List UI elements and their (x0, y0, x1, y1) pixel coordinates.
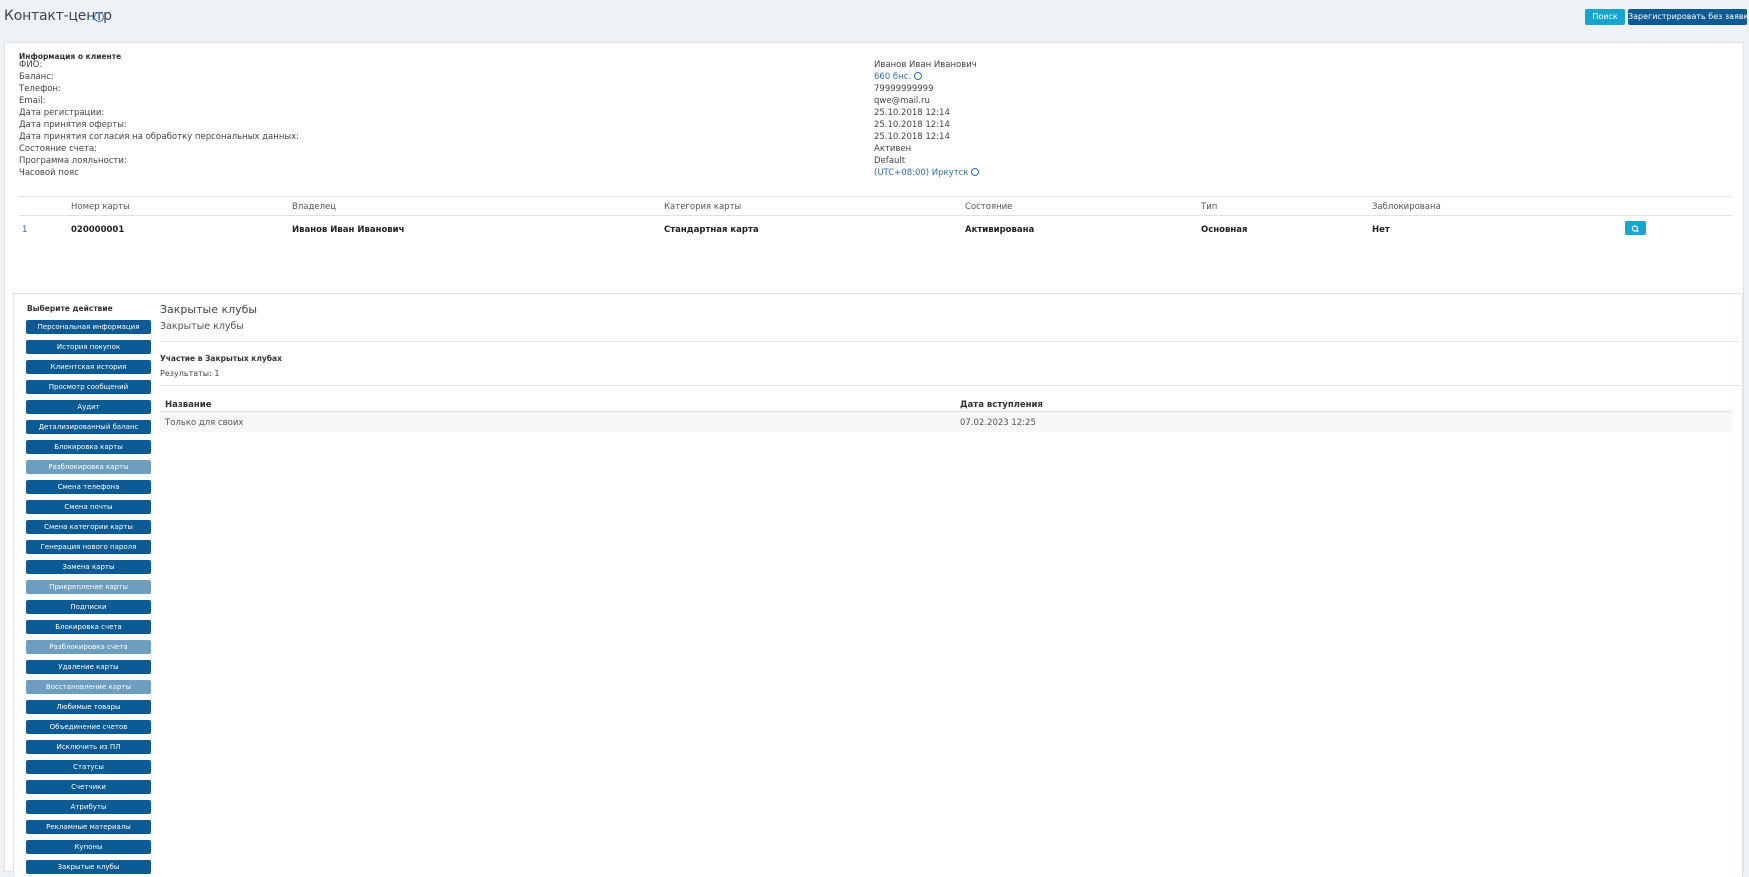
field-value-offer-date: 25.10.2018 12:14 (874, 120, 950, 130)
field-value-fio: Иванов Иван Иванович (874, 60, 977, 70)
action-button[interactable]: Разблокировка карты (26, 460, 151, 474)
action-button[interactable]: Смена телефона (26, 480, 151, 494)
action-button[interactable]: Купоны (26, 840, 151, 854)
content-subtitle: Закрытые клубы (160, 321, 244, 332)
field-value-balance[interactable]: 660 бнс. (874, 72, 923, 82)
field-value-phone: 79999999999 (874, 84, 934, 94)
field-label-email: Email: (19, 96, 46, 106)
column-header-owner: Владелец (292, 202, 337, 212)
field-label-loyalty-program: Программа лояльности: (19, 156, 127, 166)
field-value-account-state: Активен (874, 144, 912, 154)
action-button[interactable]: Рекламные материалы (26, 820, 151, 834)
action-button[interactable]: Замена карты (26, 560, 151, 574)
action-button[interactable]: Удаление карты (26, 660, 151, 674)
action-button[interactable]: Разблокировка счета (26, 640, 151, 654)
table-row: 1 020000001 Иванов Иван Иванович Стандар… (18, 216, 1732, 242)
action-button[interactable]: Закрытые клубы (26, 860, 151, 874)
card-type: Основная (1201, 225, 1248, 235)
register-without-request-button[interactable]: Зарегистрировать без заявки (1628, 9, 1747, 25)
action-button[interactable]: Генерация нового пароля (26, 540, 151, 554)
action-button[interactable]: Подписки (26, 600, 151, 614)
balance-link[interactable]: 660 бнс. (874, 72, 911, 82)
column-header-category: Категория карты (664, 202, 742, 212)
column-header-blocked: Заблокирована (1372, 202, 1441, 212)
field-label-offer-date: Дата принятия оферты: (19, 120, 127, 130)
column-header-type: Тип (1201, 202, 1218, 212)
action-button[interactable]: Атрибуты (26, 800, 151, 814)
card-category: Стандартная карта (664, 225, 759, 235)
field-value-loyalty-program: Default (874, 156, 906, 166)
field-label-balance: Баланс: (19, 72, 54, 82)
clubs-section-title: Участие в Закрытых клубах (160, 354, 282, 363)
field-value-registration-date: 25.10.2018 12:14 (874, 108, 950, 118)
search-button[interactable]: Поиск (1585, 9, 1625, 25)
action-button[interactable]: Статусы (26, 760, 151, 774)
timezone-link[interactable]: (UTC+08:00) Иркутск (874, 168, 968, 178)
table-row: Только для своих 07.02.2023 12:25 (160, 412, 1732, 432)
info-icon[interactable]: i (94, 12, 104, 22)
action-button[interactable]: Прикрепление карты (26, 580, 151, 594)
action-button[interactable]: Смена категории карты (26, 520, 151, 534)
field-label-registration-date: Дата регистрации: (19, 108, 105, 118)
club-name: Только для своих (165, 418, 244, 428)
closed-clubs-content: Закрытые клубы Закрытые клубы Участие в … (160, 294, 1740, 877)
column-header-card-number: Номер карты (71, 202, 130, 212)
clubs-table-header: Название Дата вступления (160, 392, 1732, 412)
action-button[interactable]: История покупок (26, 340, 151, 354)
action-button[interactable]: Клиентская история (26, 360, 151, 374)
main-panel: Информация о клиенте ФИО: Иванов Иван Ив… (4, 42, 1744, 877)
search-icon (1631, 225, 1639, 233)
actions-title: Выберите действие (27, 304, 113, 313)
clock-icon[interactable] (914, 72, 923, 80)
action-button[interactable]: Персональная информация (26, 320, 151, 334)
card-search-button[interactable] (1625, 221, 1646, 235)
field-value-email: qwe@mail.ru (874, 96, 930, 106)
action-button[interactable]: Исключить из ПЛ (26, 740, 151, 754)
actions-box: Выберите действие Закрытые клубы Закрыты… (13, 293, 1743, 877)
card-state: Активирована (965, 225, 1035, 235)
card-owner: Иванов Иван Иванович (292, 225, 405, 235)
column-header-join-date: Дата вступления (960, 400, 1043, 410)
action-button[interactable]: Любимые товары (26, 700, 151, 714)
field-value-consent-date: 25.10.2018 12:14 (874, 132, 950, 142)
field-value-timezone[interactable]: (UTC+08:00) Иркутск (874, 168, 980, 178)
field-label-phone: Телефон: (19, 84, 61, 94)
field-label-consent-date: Дата принятия согласия на обработку перс… (19, 132, 299, 142)
row-index: 1 (22, 225, 28, 235)
divider (160, 385, 1740, 386)
action-button[interactable]: Смена почты (26, 500, 151, 514)
card-number: 020000001 (71, 225, 125, 235)
action-button[interactable]: Восстановление карты (26, 680, 151, 694)
action-button[interactable]: Аудит (26, 400, 151, 414)
action-button[interactable]: Объединение счетов (26, 720, 151, 734)
field-label-account-state: Состояние счета: (19, 144, 98, 154)
content-title: Закрытые клубы (160, 303, 258, 316)
field-label-fio: ФИО: (19, 60, 43, 70)
action-button[interactable]: Детализированный баланс (26, 420, 151, 434)
top-bar: Контакт-центр i Поиск Зарегистрировать б… (0, 0, 1749, 38)
column-header-state: Состояние (965, 202, 1013, 212)
action-button[interactable]: Просмотр сообщений (26, 380, 151, 394)
action-button[interactable]: Счетчики (26, 780, 151, 794)
results-count: Результаты: 1 (160, 369, 220, 378)
field-label-timezone: Часовой пояс (19, 168, 79, 178)
club-join-date: 07.02.2023 12:25 (960, 418, 1036, 428)
cards-table-header: Номер карты Владелец Категория карты Сос… (18, 196, 1732, 216)
column-header-name: Название (165, 400, 212, 410)
action-button[interactable]: Блокировка карты (26, 440, 151, 454)
card-blocked: Нет (1372, 225, 1390, 235)
edit-icon[interactable] (971, 168, 980, 176)
action-button[interactable]: Блокировка счета (26, 620, 151, 634)
divider (160, 341, 1740, 342)
